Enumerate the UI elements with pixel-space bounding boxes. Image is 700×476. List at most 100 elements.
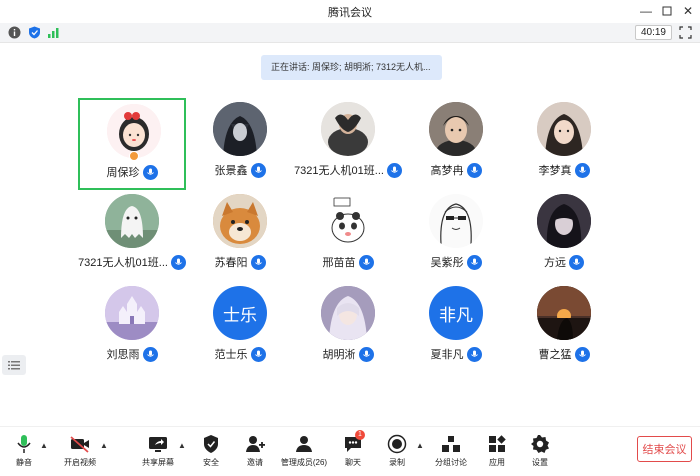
window-title: 腾讯会议 (328, 7, 372, 19)
gear-icon (529, 433, 551, 455)
host-badge (129, 151, 139, 161)
mute-button[interactable]: 静音 (12, 433, 36, 471)
security-button[interactable]: 安全 (200, 433, 222, 471)
participant-tile[interactable]: 7321无人机01班... (294, 98, 402, 190)
maximize-icon (662, 6, 672, 16)
participant-avatar (537, 102, 591, 156)
participant-avatar (213, 194, 267, 248)
shield-icon[interactable] (28, 26, 41, 39)
participant-avatar (429, 102, 483, 156)
participant-avatar (321, 286, 375, 340)
participant-tile[interactable]: 李梦真 (510, 98, 618, 190)
participant-avatar (105, 286, 159, 340)
participant-tile[interactable]: 张景鑫 (186, 98, 294, 190)
microphone-icon (13, 433, 35, 455)
participant-avatar (537, 286, 591, 340)
mic-on-icon (574, 346, 590, 362)
breakout-rooms-button[interactable]: 分组讨论 (432, 433, 470, 471)
participant-tile[interactable]: 邢苗苗 (294, 190, 402, 282)
mute-options-chevron-icon[interactable]: ▲ (40, 441, 48, 450)
mic-on-icon (466, 254, 482, 270)
participant-tile[interactable]: 胡明淅 (294, 282, 402, 374)
mic-on-icon (466, 162, 482, 178)
record-icon (386, 433, 408, 455)
participant-tile[interactable]: 非凡 夏非凡 (402, 282, 510, 374)
settings-button[interactable]: 设置 (529, 433, 551, 471)
mic-on-icon (170, 254, 186, 270)
record-options-chevron-icon[interactable]: ▲ (416, 441, 424, 450)
chat-unread-badge: 1 (355, 430, 365, 440)
participant-name: 胡明淅 (322, 349, 356, 361)
title-bar: 腾讯会议 — ✕ (0, 0, 700, 22)
breakout-icon (440, 433, 462, 455)
participant-name: 方远 (544, 257, 566, 269)
participant-name: 苏春阳 (214, 257, 248, 269)
participant-tile[interactable]: 苏春阳 (186, 190, 294, 282)
participant-tile[interactable]: 刘思雨 (78, 282, 186, 374)
share-options-chevron-icon[interactable]: ▲ (178, 441, 186, 450)
participant-name: 7321无人机01班... (294, 165, 384, 177)
participant-name: 周保珍 (106, 167, 140, 179)
participant-avatar (105, 194, 159, 248)
participant-name: 7321无人机01班... (78, 257, 168, 269)
participant-tile[interactable]: 高梦冉 (402, 98, 510, 190)
participant-avatar (537, 194, 591, 248)
status-bar: 40:19 (0, 23, 700, 43)
mic-on-icon (250, 162, 266, 178)
apps-button[interactable]: 应用 (486, 433, 508, 471)
mic-on-icon (574, 162, 590, 178)
start-video-button[interactable]: 开启视频 (60, 433, 100, 471)
mic-on-icon (250, 254, 266, 270)
shield-icon (200, 433, 222, 455)
invite-button[interactable]: 邀请 (244, 433, 266, 471)
participant-avatar (321, 194, 375, 248)
mic-on-icon (466, 346, 482, 362)
participant-avatar (107, 104, 161, 158)
mic-on-icon (569, 254, 584, 270)
participant-avatar (429, 194, 483, 248)
participant-name: 曹之猛 (538, 349, 572, 361)
participant-avatar (321, 102, 375, 156)
close-button[interactable]: ✕ (678, 2, 698, 20)
participant-avatar (213, 102, 267, 156)
record-button[interactable]: 录制 (386, 433, 408, 471)
share-screen-icon (147, 433, 169, 455)
meeting-toolbar: 静音 ▲ 开启视频 ▲ 共享屏幕 ▲ 安全 邀请 管理成员(26) 1 聊天 录… (0, 426, 700, 476)
participant-name: 张景鑫 (214, 165, 248, 177)
participant-name: 李梦真 (538, 165, 572, 177)
participant-name: 范士乐 (214, 349, 248, 361)
participant-avatar-initials: 士乐 (213, 286, 267, 340)
participant-tile[interactable]: 7321无人机01班... (78, 190, 186, 282)
info-icon[interactable] (8, 26, 21, 39)
participant-name: 刘思雨 (106, 349, 140, 361)
mic-on-icon (250, 346, 266, 362)
chat-button[interactable]: 1 聊天 (342, 430, 365, 471)
mic-on-icon (142, 346, 158, 362)
manage-members-button[interactable]: 管理成员(26) (280, 433, 328, 471)
chat-icon: 1 (342, 430, 365, 455)
participant-tile[interactable]: 曹之猛 (510, 282, 618, 374)
mic-on-icon (358, 346, 374, 362)
fullscreen-icon[interactable] (679, 26, 692, 39)
list-icon (8, 361, 20, 370)
minimize-button[interactable]: — (636, 2, 656, 20)
participant-avatar-initials: 非凡 (429, 286, 483, 340)
participant-name: 邢苗苗 (322, 257, 356, 269)
add-user-icon (244, 433, 266, 455)
video-off-icon (69, 433, 91, 455)
share-screen-button[interactable]: 共享屏幕 (140, 433, 176, 471)
participant-tile[interactable]: 周保珍 (78, 98, 186, 190)
members-icon (293, 433, 315, 455)
participant-name: 高梦冉 (430, 165, 464, 177)
participant-tile[interactable]: 吴紫彤 (402, 190, 510, 282)
signal-icon[interactable] (47, 26, 60, 39)
meeting-timer: 40:19 (634, 25, 672, 40)
participant-tile[interactable]: 方远 (510, 190, 618, 282)
maximize-button[interactable] (657, 2, 677, 20)
participant-tile[interactable]: 士乐 范士乐 (186, 282, 294, 374)
participant-name: 吴紫彤 (430, 257, 464, 269)
end-meeting-button[interactable]: 结束会议 (637, 436, 692, 462)
member-list-toggle[interactable] (2, 355, 26, 375)
video-options-chevron-icon[interactable]: ▲ (100, 441, 108, 450)
participant-name: 夏非凡 (430, 349, 464, 361)
